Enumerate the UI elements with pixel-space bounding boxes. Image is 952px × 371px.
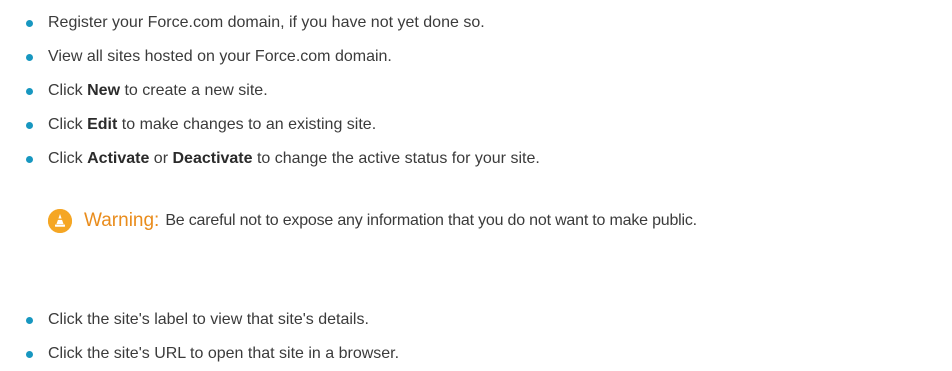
new-button-reference: New <box>87 82 121 99</box>
bullet-icon <box>26 54 33 61</box>
list-item-text: Register your Force.com domain, if you h… <box>48 14 485 31</box>
bullet-icon <box>26 351 33 358</box>
activate-button-reference: Activate <box>87 150 150 167</box>
list-item-text: Click Activate or Deactivate to change t… <box>48 150 540 167</box>
text-prefix: Click <box>48 150 88 167</box>
text-connector: or <box>149 150 173 167</box>
list-item-text: Click Edit to make changes to an existin… <box>48 116 376 133</box>
list-item-text: View all sites hosted on your Force.com … <box>48 48 392 65</box>
warning-text: Be careful not to expose any information… <box>165 212 697 229</box>
list-item: Click Edit to make changes to an existin… <box>0 108 952 142</box>
list-item: Click the site's label to view that site… <box>0 303 952 337</box>
bullet-icon <box>26 317 33 324</box>
list-item: Register your Force.com domain, if you h… <box>0 6 952 40</box>
warning-label: Warning: <box>84 210 160 231</box>
list-item: Click New to create a new site. <box>0 74 952 108</box>
document-page: Register your Force.com domain, if you h… <box>0 0 952 371</box>
list-item-text: Click the site's URL to open that site i… <box>48 345 400 362</box>
bullet-icon <box>26 20 33 27</box>
list-item-text: Click New to create a new site. <box>48 82 268 99</box>
warning-callout: Warning: Be careful not to expose any in… <box>48 204 697 238</box>
text-prefix: Click <box>48 116 88 133</box>
bullet-icon <box>26 88 33 95</box>
warning-cone-icon <box>48 209 72 233</box>
bullet-icon <box>26 156 33 163</box>
list-item: View all sites hosted on your Force.com … <box>0 40 952 74</box>
list-item-text: Click the site's label to view that site… <box>48 311 369 328</box>
text-suffix: to create a new site. <box>120 82 268 99</box>
instruction-list: Register your Force.com domain, if you h… <box>0 6 952 176</box>
text-suffix: to change the active status for your sit… <box>252 150 540 167</box>
deactivate-button-reference: Deactivate <box>172 150 253 167</box>
list-item: Click the site's URL to open that site i… <box>0 337 952 371</box>
text-suffix: to make changes to an existing site. <box>117 116 377 133</box>
instruction-list-continued: Click the site's label to view that site… <box>0 303 952 371</box>
bullet-icon <box>26 122 33 129</box>
text-prefix: Click <box>48 82 88 99</box>
list-item: Click Activate or Deactivate to change t… <box>0 142 952 176</box>
edit-button-reference: Edit <box>87 116 118 133</box>
